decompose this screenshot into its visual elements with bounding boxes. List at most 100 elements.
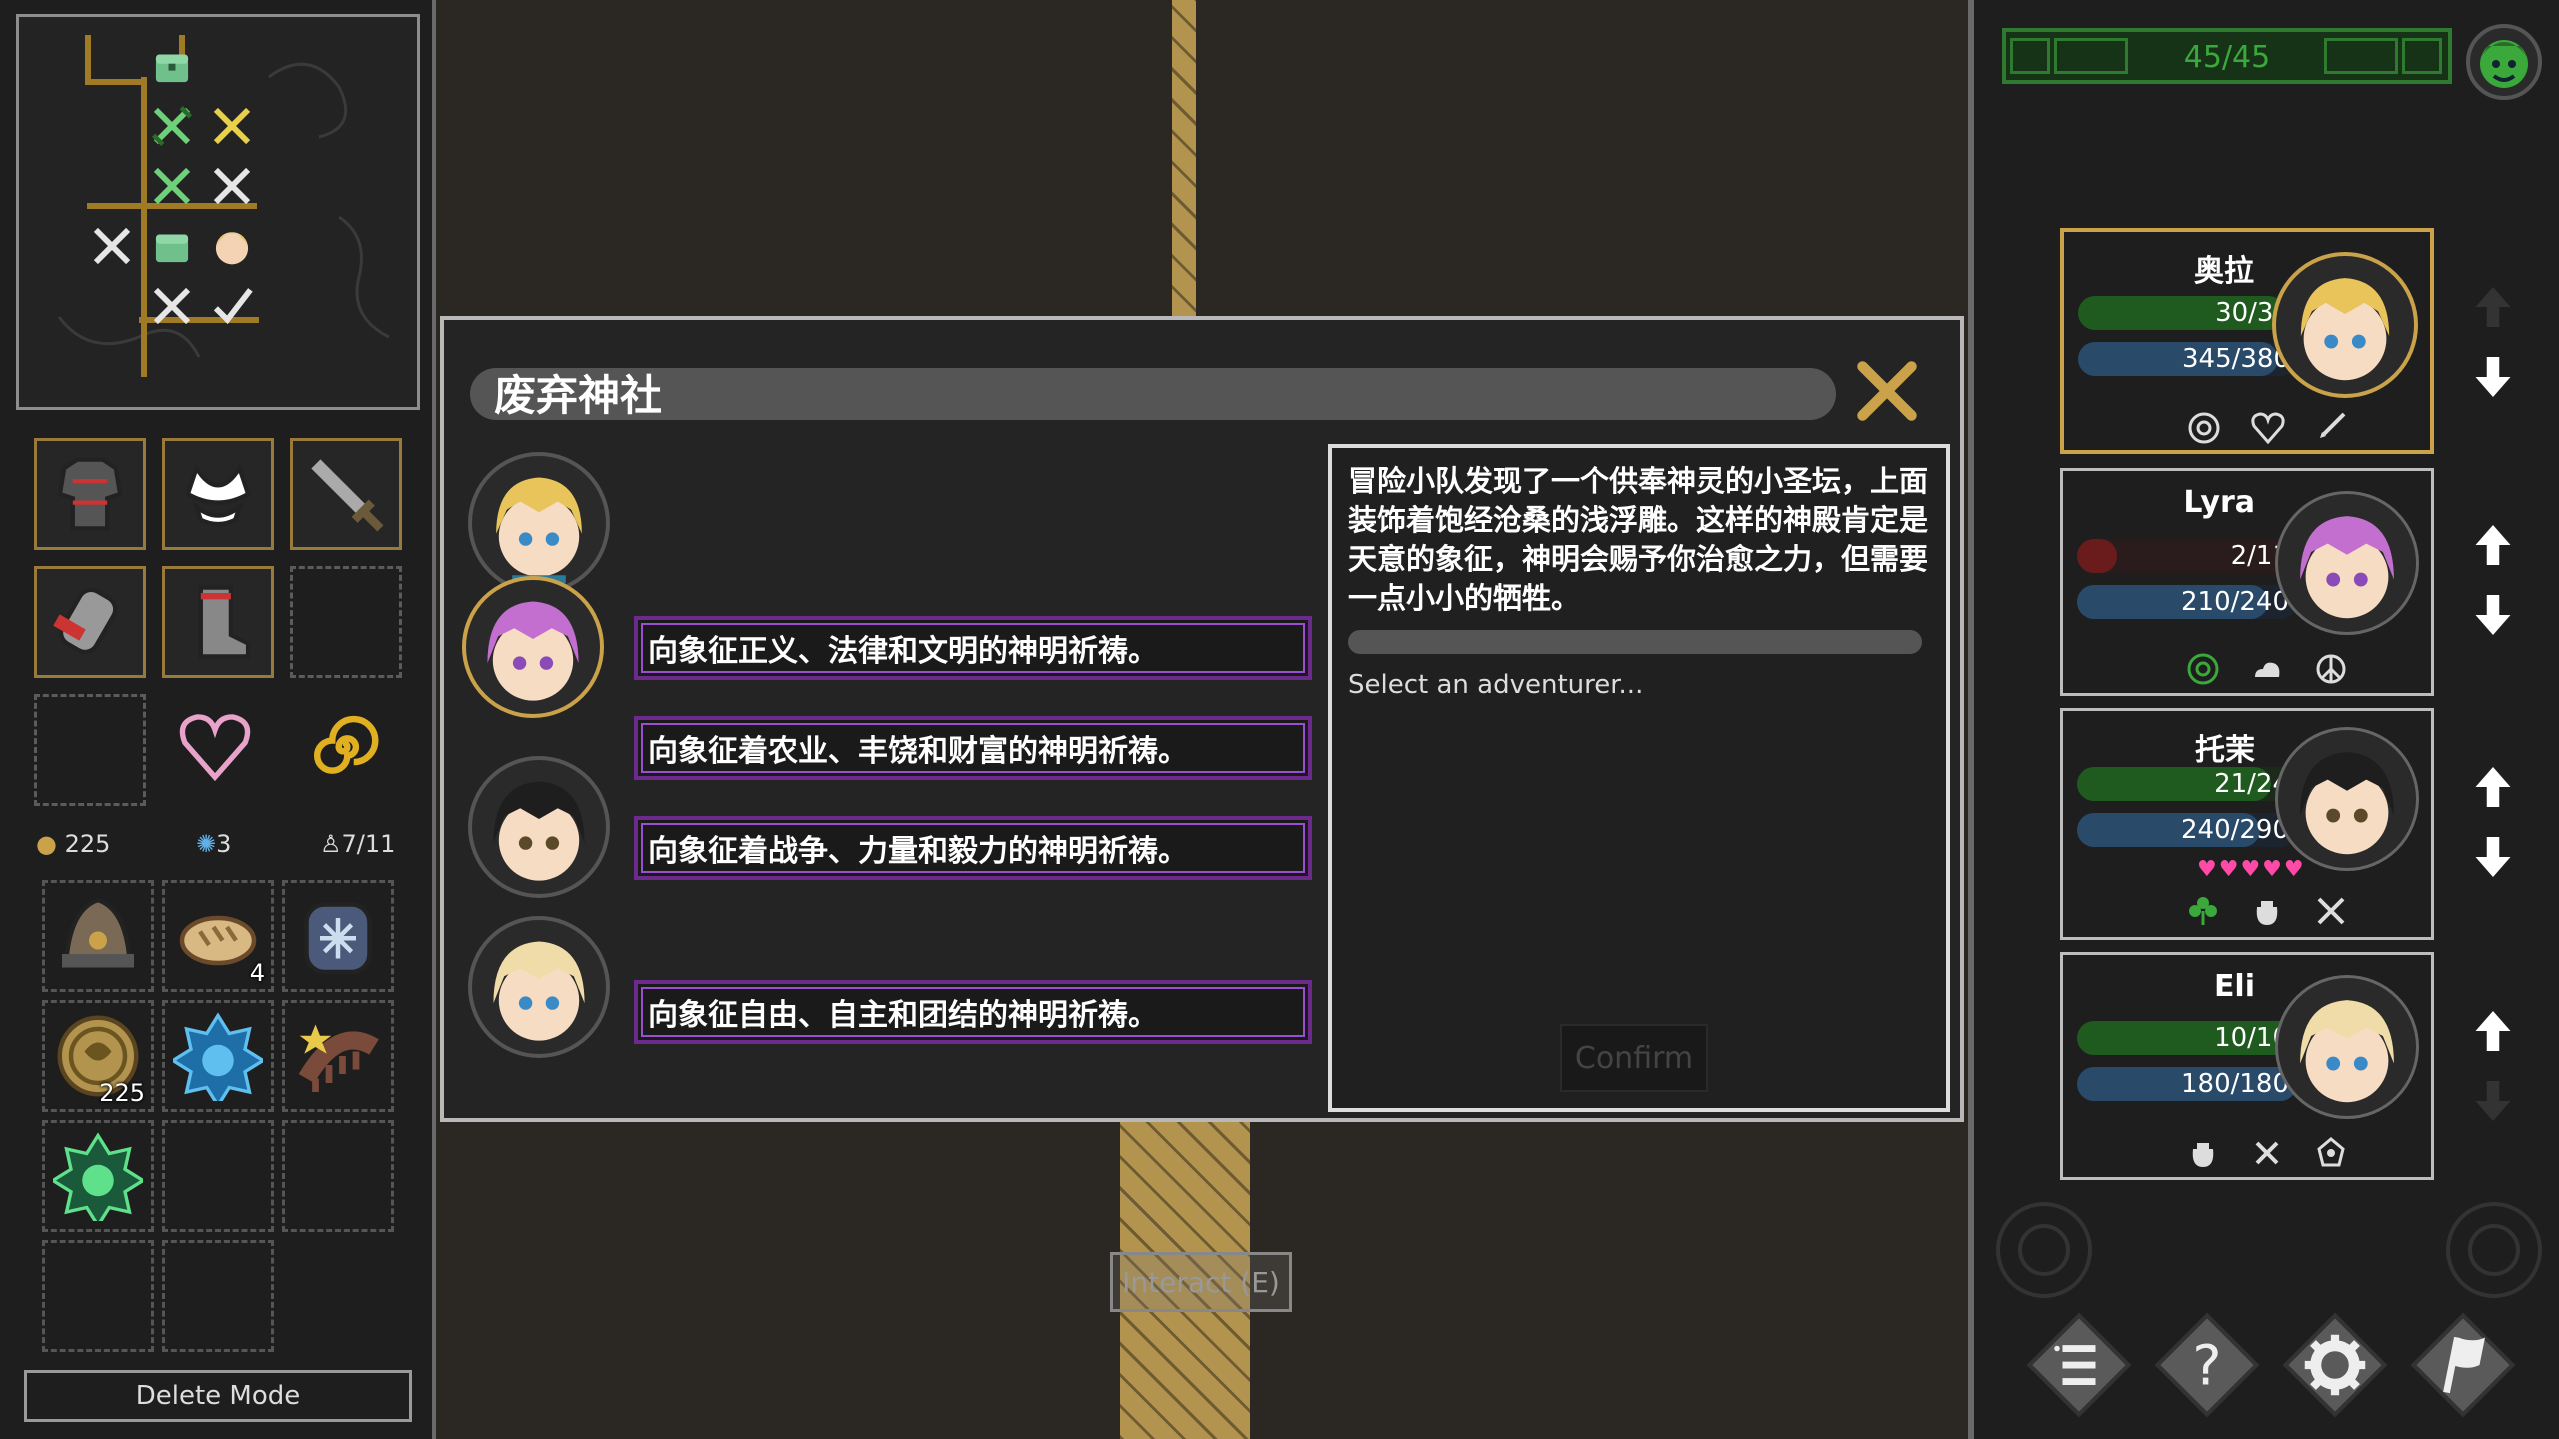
option-agriculture[interactable]: 向象征着农业、丰饶和财富的神明祈祷。 [634,716,1312,780]
party-card-tomo[interactable]: 托茉 21/24 240/290 ♥♥♥♥♥ [2060,708,2434,940]
portrait-eli [2275,975,2419,1119]
xp-text: 210/240 [2180,587,2289,617]
mask-icon[interactable] [2311,1133,2351,1173]
inventory-slot[interactable] [42,1120,154,1232]
option-justice[interactable]: 向象征正义、法律和文明的神明祈祷。 [634,616,1312,680]
close-icon[interactable] [1852,356,1922,426]
corridor-floor-top [1172,0,1196,320]
battle-icon[interactable] [83,217,141,275]
cloud-icon[interactable] [2247,649,2287,689]
party-location-icon[interactable] [203,217,261,275]
skill-icons [2183,891,2351,931]
retreat-flag-icon[interactable] [2408,1310,2518,1420]
chest-icon[interactable] [143,37,201,95]
battle-icon[interactable] [143,157,201,215]
inventory-slot[interactable] [162,1240,274,1352]
party-card-eli[interactable]: Eli 10/10 180/180 [2060,952,2434,1180]
chest-icon[interactable] [143,217,201,275]
battle-icon[interactable] [143,97,201,155]
spiral-icon [314,715,379,774]
empty-equipment-slot[interactable] [290,566,402,678]
option-freedom[interactable]: 向象征自由、自主和团结的神明祈祷。 [634,980,1312,1044]
accessory-slot[interactable] [162,438,274,550]
move-down-arrow-icon[interactable] [2468,832,2518,882]
move-up-arrow-icon[interactable] [2468,1006,2518,1056]
hp-bar: 30/32 [2078,296,2298,330]
help-icon[interactable]: ? [2152,1310,2262,1420]
crossed-weapons-icon[interactable] [2311,891,2351,931]
battle-icon[interactable] [143,277,201,335]
confirm-button[interactable]: Confirm [1560,1024,1708,1092]
inventory-slot[interactable] [42,880,154,992]
party-panel: 45/45 奥拉 30/32 345/380 Lyra 2/11 210/240… [1968,0,2559,1439]
xp-bar: 345/380 [2078,342,2298,376]
blue-gem-icon [173,1012,263,1101]
coin-icon: ● [36,830,57,858]
empty-equipment-slot[interactable] [34,694,146,806]
party-health-text: 45/45 [2183,40,2271,75]
member-name: 托茉 [2195,733,2255,768]
dungeon-minimap[interactable] [16,14,420,410]
gem-icon: ✺ [196,830,217,858]
pouch-icon[interactable] [2247,891,2287,931]
move-down-arrow-icon[interactable] [2468,590,2518,640]
inventory-slot[interactable]: 4 [162,880,274,992]
helmet-icon [62,897,134,968]
inventory-slot[interactable] [162,1000,274,1112]
delete-mode-button[interactable]: Delete Mode [24,1370,412,1422]
heart-trinket-slot[interactable] [162,694,274,806]
battle-icon[interactable] [203,157,261,215]
spiral-trinket-slot[interactable] [290,694,402,806]
portrait-eli [468,916,610,1058]
peace-icon[interactable] [2311,649,2351,689]
portrait-lyra [2275,491,2419,635]
green-target-icon[interactable] [2183,649,2223,689]
clover-icon[interactable] [2183,891,2223,931]
cross-icon[interactable] [2247,1133,2287,1173]
journal-menu-icon[interactable] [2024,1310,2134,1420]
heart-shield-icon[interactable] [2248,408,2288,448]
boots-slot[interactable] [162,566,274,678]
move-up-arrow-icon[interactable] [2468,520,2518,570]
party-card-lyra[interactable]: Lyra 2/11 210/240 [2060,468,2434,696]
hp-bar: 10/10 [2077,1021,2297,1055]
move-down-arrow-icon[interactable] [2468,352,2518,402]
settings-gear-icon[interactable] [2280,1310,2390,1420]
rose-decoration [1996,1202,2542,1298]
gloves-slot[interactable] [34,566,146,678]
member-name: Eli [2213,969,2255,1004]
cleared-check-icon[interactable] [203,277,261,335]
option-war[interactable]: 向象征着战争、力量和毅力的神明祈祷。 [634,816,1312,880]
minimap-corridor [85,35,91,85]
inventory-slot[interactable] [162,1120,274,1232]
morale-face-icon[interactable] [2464,22,2544,102]
gold-value: 225 [64,830,111,858]
pouch-icon[interactable] [2183,1133,2223,1173]
description-panel: 冒险小队发现了一个供奉神灵的小圣坛，上面装饰着饱经沧桑的浅浮雕。这样的神殿肯定是… [1328,444,1950,1112]
inventory-slot[interactable] [282,1000,394,1112]
inventory-slot[interactable] [42,1240,154,1352]
item-count: 4 [249,959,265,987]
hp-bar: 21/24 [2077,767,2297,801]
battle-icon[interactable] [203,97,261,155]
member-name: 奥拉 [2194,254,2254,289]
xp-text: 180/180 [2180,1069,2289,1099]
portrait-lyra [462,576,604,718]
target-icon[interactable] [2184,408,2224,448]
weapon-slot[interactable] [290,438,402,550]
party-card-aura[interactable]: 奥拉 30/32 345/380 [2060,228,2434,454]
sword-skill-icon[interactable] [2312,408,2352,448]
xp-text: 345/380 [2181,344,2290,374]
interact-button[interactable]: Interact (E) [1110,1252,1292,1312]
move-up-arrow-icon[interactable] [2468,762,2518,812]
move-down-arrow-icon [2475,1081,2511,1121]
svg-text:?: ? [2192,1333,2221,1397]
move-up-arrow-icon [2475,287,2511,327]
inventory-slot[interactable]: 225 [42,1000,154,1112]
green-gem-icon [53,1132,143,1221]
inventory-slot[interactable] [282,880,394,992]
affection-hearts: ♥♥♥♥♥ [2197,857,2306,882]
gem-counter: ✺3 [196,830,231,858]
inventory-slot[interactable] [282,1120,394,1232]
armor-slot[interactable] [34,438,146,550]
